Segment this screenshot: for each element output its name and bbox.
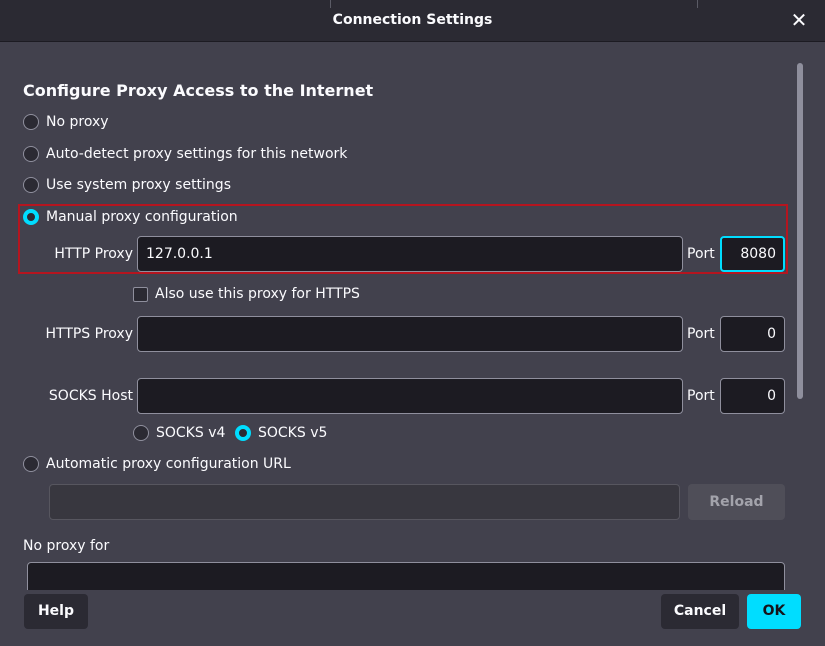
auto-config-url-input[interactable] xyxy=(49,484,680,520)
radio-button-icon[interactable] xyxy=(23,146,39,162)
no-proxy-for-label: No proxy for xyxy=(23,538,110,554)
connection-settings-dialog: Connection Settings ✕ Configure Proxy Ac… xyxy=(0,0,825,646)
http-proxy-input[interactable]: 127.0.0.1 xyxy=(137,236,683,272)
title-bar: Connection Settings ✕ xyxy=(0,0,825,42)
http-port-label: Port xyxy=(687,246,715,262)
socks-host-label: SOCKS Host xyxy=(48,388,133,404)
radio-auto-detect[interactable]: Auto-detect proxy settings for this netw… xyxy=(23,146,347,162)
radio-button-selected-icon[interactable] xyxy=(23,209,39,225)
radio-system-proxy[interactable]: Use system proxy settings xyxy=(23,177,231,193)
radio-socks-v5[interactable]: SOCKS v5 xyxy=(235,425,327,441)
radio-no-proxy[interactable]: No proxy xyxy=(23,114,109,130)
radio-label: No proxy xyxy=(46,114,109,130)
checkbox[interactable] xyxy=(133,286,148,302)
radio-button-selected-icon[interactable] xyxy=(235,425,251,441)
radio-auto-config-url[interactable]: Automatic proxy configuration URL xyxy=(23,456,291,472)
radio-label: SOCKS v4 xyxy=(156,425,226,441)
https-proxy-label: HTTPS Proxy xyxy=(45,326,133,342)
http-proxy-label: HTTP Proxy xyxy=(54,246,133,262)
radio-button-icon[interactable] xyxy=(23,114,39,130)
radio-label: Auto-detect proxy settings for this netw… xyxy=(46,146,348,162)
dialog-footer: Help Cancel OK xyxy=(0,590,825,646)
also-https-checkbox-row[interactable]: Also use this proxy for HTTPS xyxy=(133,286,360,302)
socks-port-label: Port xyxy=(687,388,715,404)
radio-label: Automatic proxy configuration URL xyxy=(46,456,291,472)
section-heading: Configure Proxy Access to the Internet xyxy=(23,81,374,100)
https-port-input[interactable]: 0 xyxy=(720,316,785,352)
socks-host-input[interactable] xyxy=(137,378,683,414)
scrollbar-thumb[interactable] xyxy=(797,63,803,399)
radio-button-icon[interactable] xyxy=(23,456,39,472)
close-icon[interactable]: ✕ xyxy=(789,10,809,30)
scrollbar[interactable] xyxy=(794,57,806,591)
frame-divider xyxy=(330,0,331,8)
radio-button-icon[interactable] xyxy=(133,425,149,441)
radio-label: SOCKS v5 xyxy=(258,425,328,441)
https-port-label: Port xyxy=(687,326,715,342)
ok-button[interactable]: OK xyxy=(747,594,801,629)
checkbox-label: Also use this proxy for HTTPS xyxy=(155,286,360,302)
radio-label: Manual proxy configuration xyxy=(46,209,238,225)
frame-divider xyxy=(697,0,698,8)
socks-port-input[interactable]: 0 xyxy=(720,378,785,414)
cancel-button[interactable]: Cancel xyxy=(661,594,739,629)
https-proxy-input[interactable] xyxy=(137,316,683,352)
help-button[interactable]: Help xyxy=(24,594,88,629)
radio-button-icon[interactable] xyxy=(23,177,39,193)
radio-manual-proxy[interactable]: Manual proxy configuration xyxy=(23,209,238,225)
reload-button[interactable]: Reload xyxy=(688,484,785,520)
dialog-title: Connection Settings xyxy=(332,12,493,28)
http-port-input[interactable]: 8080 xyxy=(720,236,785,272)
radio-socks-v4[interactable]: SOCKS v4 xyxy=(133,425,225,441)
radio-label: Use system proxy settings xyxy=(46,177,231,193)
